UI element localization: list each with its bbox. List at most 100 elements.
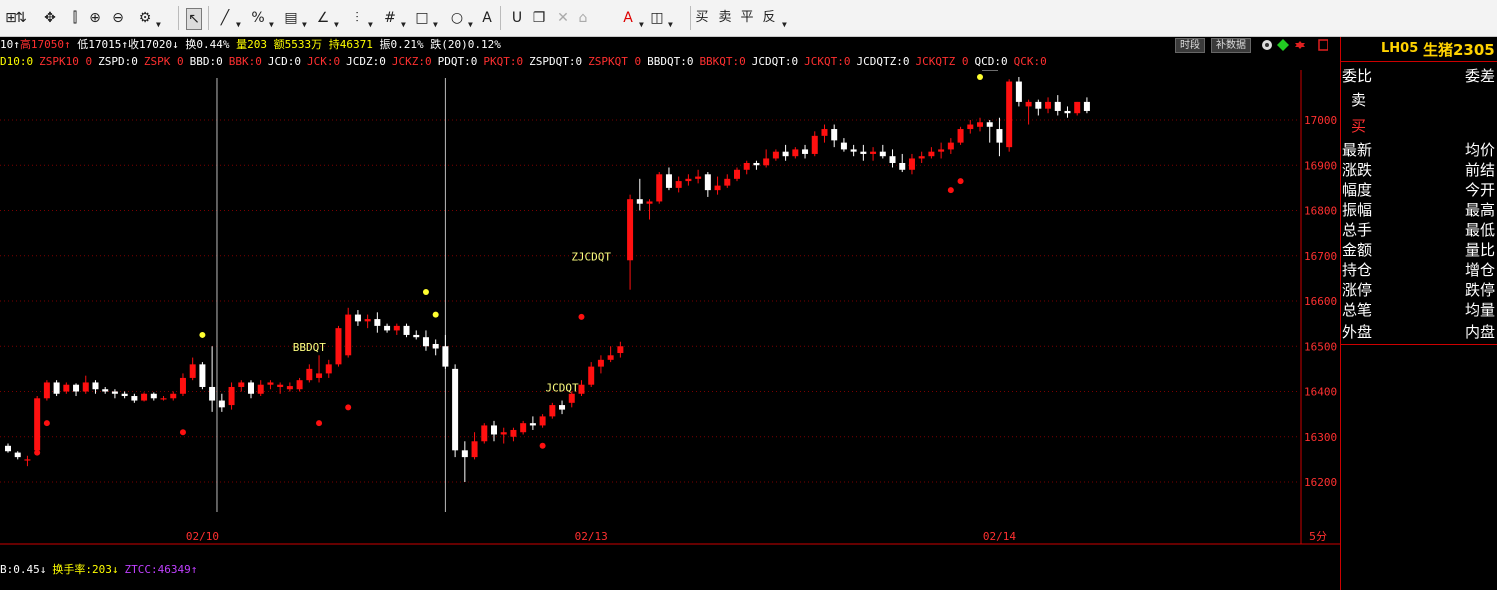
indicator-value: JCKQTZ 0 (915, 55, 969, 68)
indicator-value: JCD:0 (267, 55, 301, 68)
copy-icon[interactable]: ❐ (532, 8, 546, 28)
candle-body (908, 158, 915, 170)
candle-body (782, 151, 789, 157)
indicator-value: JCKQT:0 (804, 55, 851, 68)
dropdown-arrow-icon[interactable]: ▼ (468, 20, 473, 29)
candle-body (199, 364, 206, 387)
dropdown-arrow-icon[interactable]: ▼ (334, 20, 339, 29)
candle-body (792, 149, 799, 157)
quote-label: 增仓 (1464, 261, 1495, 279)
fib-grid-icon[interactable]: # (383, 8, 397, 28)
quote-panel-header: LH05 生猪2305 (1341, 37, 1497, 63)
indicator-value: BBDQT:0 (647, 55, 694, 68)
angle-icon[interactable]: ∠ (316, 8, 330, 28)
candle-body (850, 149, 857, 152)
grid-ruler-icon[interactable]: ▤ (284, 8, 298, 28)
candle-body (724, 178, 731, 186)
text-icon[interactable]: A (480, 8, 494, 28)
delete-icon[interactable]: ✕ (556, 8, 570, 28)
candle-body (928, 151, 935, 157)
trade-action-3[interactable]: 反 (762, 8, 776, 28)
contract-code: LH05 (1381, 41, 1419, 56)
candle-body (520, 423, 527, 433)
candle-body (918, 156, 925, 159)
candle-body (821, 129, 828, 136)
candle-body (617, 346, 624, 354)
candle-body (938, 149, 945, 152)
candle-body (840, 142, 847, 150)
indicator-values-line: D10:0 ZSPK10 0 ZSPD:0 ZSPK 0 BBD:0 BBK:0 JCD:0… (0, 55, 1053, 69)
candle-body (957, 129, 964, 143)
zoom-out-icon[interactable]: ⊖ (111, 8, 125, 28)
bottom-indicator-value: 换手率:203↓ (52, 563, 119, 576)
quote-label: 委比 (1342, 67, 1373, 85)
color-icon[interactable]: A (621, 8, 635, 28)
candle-body (802, 149, 809, 154)
candle-body (325, 364, 332, 374)
lock-icon[interactable]: ⌂ (576, 8, 590, 28)
quote-label: 最高 (1464, 201, 1495, 219)
candle-body (1035, 101, 1042, 109)
signal-dot-red (947, 187, 954, 194)
maximize-icon[interactable] (1318, 39, 1328, 51)
parallel-icon[interactable]: ⫶ (350, 8, 364, 28)
indicator-value: ZSPD:0 (98, 55, 138, 68)
dropdown-arrow-icon[interactable]: ▼ (156, 20, 161, 29)
ruler-icon[interactable]: ⫿ (68, 8, 82, 28)
candle-body (772, 151, 779, 159)
settings-gear-icon[interactable] (1262, 40, 1272, 50)
trade-action-2[interactable]: 平 (740, 8, 754, 28)
candle-body (345, 314, 352, 356)
dropdown-arrow-icon[interactable]: ▼ (433, 20, 438, 29)
candle-body (675, 181, 682, 188)
dropdown-arrow-icon[interactable]: ▼ (236, 20, 241, 29)
candle-body (471, 441, 478, 458)
candle-body (568, 393, 575, 403)
dropdown-arrow-icon[interactable]: ▼ (302, 20, 307, 29)
indicator-value: QCK:0 (1013, 55, 1047, 68)
properties-icon[interactable]: ⇅ (14, 8, 28, 28)
candle-body (413, 334, 420, 338)
line-icon[interactable]: ╱ (218, 8, 232, 28)
rectangle-icon[interactable]: □ (415, 8, 429, 28)
zoom-in-icon[interactable]: ⊕ (88, 8, 102, 28)
trade-action-1[interactable]: 卖 (718, 8, 732, 28)
candle-body (831, 129, 838, 141)
dropdown-arrow-icon[interactable]: ▼ (401, 20, 406, 29)
candle-body (179, 377, 186, 394)
circle-icon[interactable]: ○ (450, 8, 464, 28)
candle-body (996, 129, 1003, 143)
candle-body (393, 325, 400, 331)
dropdown-arrow-icon[interactable]: ▼ (668, 20, 673, 29)
dropdown-arrow-icon[interactable]: ▼ (639, 20, 644, 29)
price-tick-label: 16700 (1304, 250, 1337, 263)
quote-label: 总手 (1342, 221, 1373, 239)
candle-body (248, 382, 254, 394)
dropdown-arrow-icon[interactable]: ▼ (269, 20, 274, 29)
diamond-green-icon[interactable] (1277, 39, 1289, 51)
dropdown-arrow-icon[interactable]: ▼ (368, 20, 373, 29)
candle-body (374, 319, 381, 326)
settings-icon[interactable]: ⚙ (138, 8, 152, 28)
quote-panel: LH05 生猪2305 委比 委差卖买最新 均价 涨跌 前结 幅度 今开 振幅 最高 总手 最低 金额… (1340, 37, 1497, 590)
kline-chart[interactable]: 16200 16300 16400 16500 16600 16700 16800 16900… (0, 70, 1340, 560)
percent-icon[interactable]: % (251, 8, 265, 28)
indicator-value: ZSPK10 0 (39, 55, 93, 68)
candle-body (947, 142, 954, 150)
toolbar-separator (500, 6, 501, 30)
move-icon[interactable]: ✥ (43, 8, 57, 28)
period-button[interactable]: 时段 (1175, 38, 1205, 53)
dropdown-arrow-icon[interactable]: ▼ (782, 20, 787, 29)
indicator-value: ZSPK 0 (143, 55, 184, 68)
candle-body (481, 425, 488, 442)
candle-body (500, 432, 507, 435)
date-tick-label: 02/13 (575, 530, 608, 543)
cursor-icon[interactable]: ↖ (186, 8, 202, 30)
price-tick-label: 16200 (1304, 476, 1337, 489)
save-icon[interactable]: ◫ (650, 8, 664, 28)
candle-body (257, 384, 264, 394)
trade-action-0[interactable]: 买 (695, 8, 709, 28)
magnet-icon[interactable]: U (510, 8, 524, 28)
quote-label: 最新 (1342, 141, 1373, 159)
fill-data-button[interactable]: 补数据 (1211, 38, 1251, 53)
